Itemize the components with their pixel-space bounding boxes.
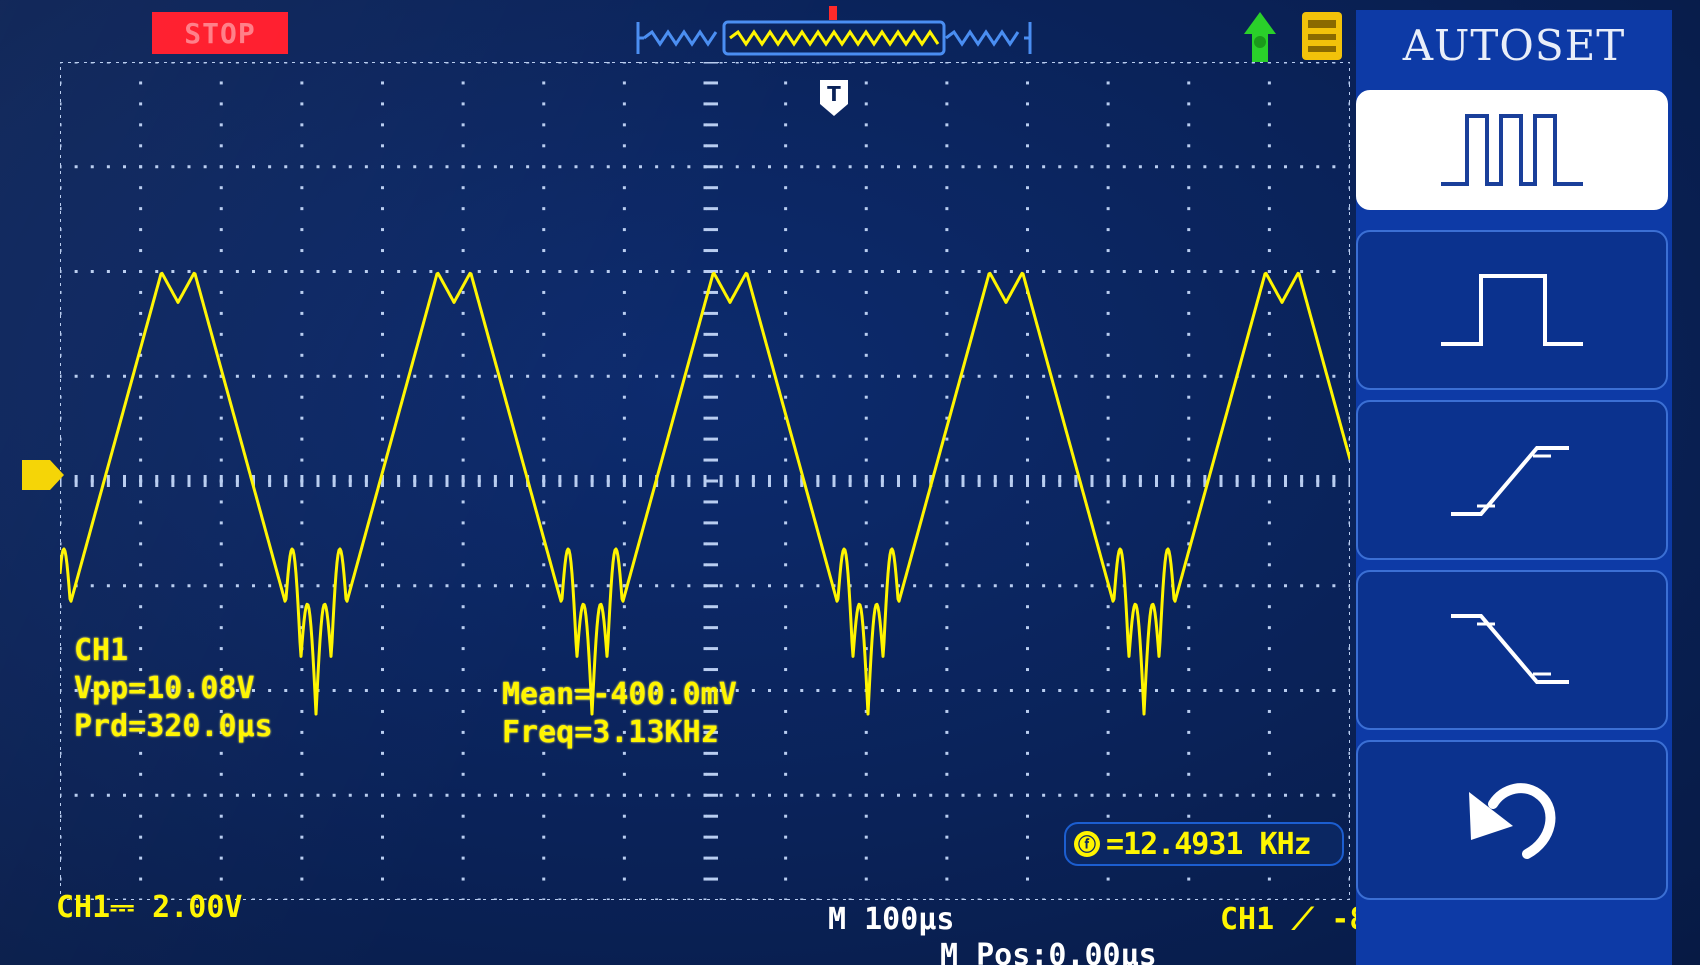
vpp-readout: Vpp=10.08V — [74, 671, 255, 706]
autoset-option-multi-period[interactable] — [1356, 90, 1668, 210]
trigger-t-label: T — [827, 82, 841, 106]
oscilloscope-screen: STOP T CH1 Vpp=10.08V Prd=320.0µs Mean=-… — [0, 0, 1700, 965]
cursor-icon: ⓕ — [1074, 831, 1100, 857]
rising-edge-icon — [1451, 446, 1569, 516]
channel-1-marker-icon[interactable] — [20, 458, 66, 492]
status-icons — [1244, 12, 1342, 62]
cursor-frequency-value: =12.4931 KHz — [1106, 826, 1312, 862]
cursor-frequency-readout: ⓕ =12.4931 KHz — [1064, 822, 1344, 866]
single-period-wave-icon — [1441, 274, 1583, 346]
period-readout: Prd=320.0µs — [74, 709, 273, 744]
horizontal-position-readout: M Pos:0.00µs — [940, 938, 1157, 965]
memory-overview-icon — [636, 20, 1032, 56]
trigger-position-icon — [829, 6, 837, 20]
autoset-option-single-period[interactable] — [1356, 230, 1668, 390]
ch1-vertical-scale: CH1⎓ 2.00V — [56, 890, 243, 925]
falling-edge-icon — [1451, 614, 1569, 684]
undo-icon — [1469, 783, 1556, 859]
measurement-left-block: CH1 Vpp=10.08V Prd=320.0µs — [74, 632, 273, 746]
autoset-option-falling-edge[interactable] — [1356, 570, 1668, 730]
autoset-option-undo[interactable] — [1356, 740, 1668, 900]
autoset-option-rising-edge[interactable] — [1356, 400, 1668, 560]
autoset-title: AUTOSET — [1402, 20, 1626, 70]
autoset-menu: AUTOSET — [1356, 10, 1672, 965]
print-icon — [1302, 12, 1342, 60]
multi-period-wave-icon — [1441, 114, 1583, 186]
trigger-t-icon[interactable]: T — [818, 78, 850, 118]
usb-icon — [1244, 12, 1276, 62]
timebase-readout: M 100µs — [828, 902, 955, 937]
channel-label: CH1 — [74, 633, 129, 668]
graticule — [60, 62, 1350, 900]
measurement-mid-block: Mean=-400.0mV Freq=3.13KHz — [502, 676, 737, 752]
waveform-display[interactable] — [60, 62, 1350, 900]
run-stop-badge[interactable]: STOP — [152, 12, 288, 54]
frequency-readout: Freq=3.13KHz — [502, 715, 719, 750]
mean-readout: Mean=-400.0mV — [502, 677, 737, 712]
